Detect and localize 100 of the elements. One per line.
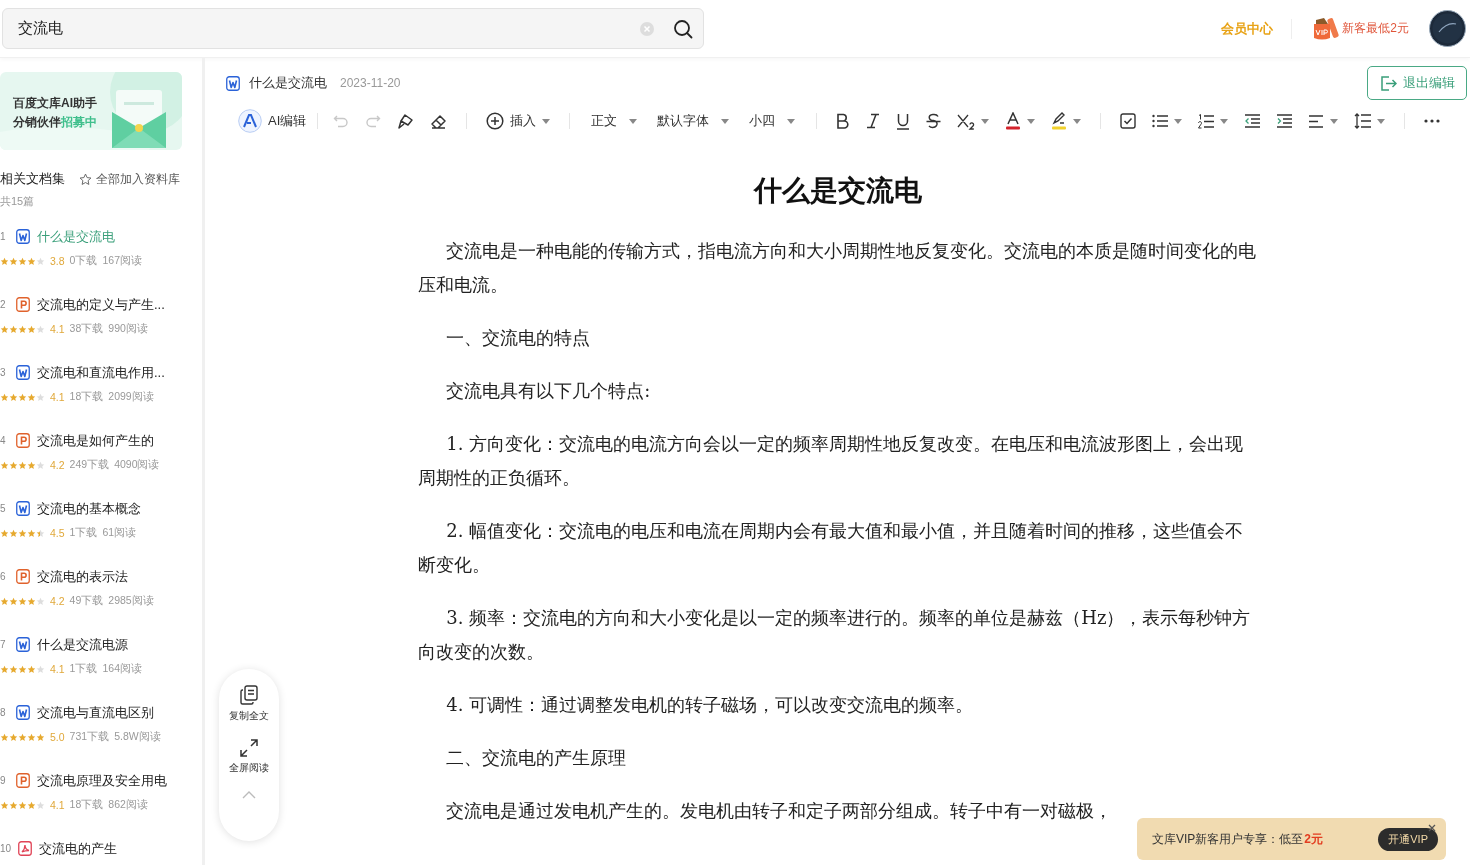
star-icon (27, 732, 36, 742)
word-file-icon (16, 705, 30, 720)
star-icon (27, 800, 36, 810)
add-all-link[interactable]: 全部加入资料库 (79, 170, 180, 188)
indent-icon[interactable] (1276, 114, 1293, 128)
paragraph: 3. 频率：交流电的方向和大小变化是以一定的频率进行的。频率的单位是赫兹（Hz），表示每秒钟方向改变的次数。 (417, 606, 1252, 664)
download-count: 0下载 (69, 254, 98, 268)
document-link[interactable]: 交流电是如何产生的 (37, 431, 154, 450)
star-icon (18, 732, 27, 742)
download-count: 1下载 (69, 526, 98, 540)
paragraph-style-dropdown[interactable]: 正文 (581, 112, 648, 130)
read-count: 2099阅读 (108, 390, 154, 404)
document-link[interactable]: 什么是交流电源 (37, 635, 128, 654)
star-icon (9, 392, 18, 402)
slides-file-icon (16, 569, 30, 584)
word-file-icon (16, 637, 30, 652)
rating-score: 4.1 (50, 663, 65, 675)
item-number: 2 (0, 299, 7, 310)
document-date: 2023-11-20 (340, 76, 401, 90)
plus-icon (486, 112, 505, 130)
promo-link[interactable]: 新客最低2元 (1342, 20, 1409, 37)
star-icon (36, 460, 45, 470)
star-icon (27, 596, 36, 606)
download-count: 731下载 (69, 730, 110, 744)
slides-file-icon (16, 297, 30, 312)
bold-icon[interactable] (836, 113, 851, 129)
caret-icon (1174, 118, 1183, 124)
ai-edit-button[interactable]: AI编辑 (238, 109, 307, 133)
slides-file-icon (16, 773, 30, 788)
read-count: 990阅读 (108, 322, 148, 336)
document-link[interactable]: 交流电的表示法 (37, 567, 128, 586)
italic-icon[interactable] (866, 113, 881, 129)
star-icon (27, 460, 36, 470)
outdent-icon[interactable] (1244, 114, 1261, 128)
eraser-icon[interactable] (430, 112, 448, 130)
copy-all-button[interactable]: 复制全文 (229, 685, 269, 723)
underline-icon[interactable] (896, 112, 911, 130)
star-icon (0, 800, 9, 810)
download-count: 18下载 (69, 390, 104, 404)
star-icon (18, 256, 27, 266)
star-icon (0, 664, 9, 674)
promo-banner[interactable]: 百度文库AI助手 分销伙伴招募中 (0, 72, 182, 150)
avatar[interactable] (1429, 10, 1466, 47)
caret-icon (787, 118, 796, 124)
more-icon[interactable] (1424, 119, 1441, 123)
star-icon (9, 324, 18, 334)
star-icon (79, 172, 92, 186)
font-dropdown[interactable]: 默认字体 (647, 112, 740, 130)
collection-title: 相关文档集 (0, 170, 65, 188)
close-icon[interactable] (1428, 824, 1436, 832)
numbered-list-icon (1198, 113, 1215, 129)
document-link[interactable]: 交流电的定义与产生... (37, 295, 165, 314)
download-count: 38下载 (69, 322, 104, 336)
star-icon (18, 324, 27, 334)
bullet-list-icon (1152, 114, 1169, 128)
banner-subline: 分销伙伴招募中 (13, 114, 97, 131)
search-field[interactable]: 交流电 (18, 20, 639, 37)
document-link[interactable]: 交流电和直流电作用... (37, 363, 165, 382)
format-painter-icon[interactable] (397, 112, 415, 130)
rating-score: 4.1 (50, 799, 65, 811)
document-link[interactable]: 交流电的基本概念 (37, 499, 141, 518)
slides-file-icon (16, 433, 30, 448)
star-icon (27, 664, 36, 674)
star-icon (18, 800, 27, 810)
font-size-dropdown[interactable]: 小四 (739, 112, 806, 130)
document-link[interactable]: 交流电原理及安全用电 (37, 771, 167, 790)
document-link[interactable]: 交流电的产生 (39, 839, 118, 858)
star-icon (9, 732, 18, 742)
star-icon (9, 460, 18, 470)
vip-offer-text: 文库VIP新客用户专享：低至2元 (1152, 830, 1324, 848)
star-icon (0, 256, 9, 266)
open-vip-button[interactable]: 开通VIP (1378, 827, 1438, 851)
search-icon[interactable] (673, 18, 693, 39)
read-count: 61阅读 (102, 526, 137, 540)
article-title: 什么是交流电 (752, 174, 923, 208)
star-icon (36, 528, 45, 538)
word-file-icon (16, 365, 30, 380)
search-bar[interactable]: 交流电 (2, 8, 704, 49)
star-icon (9, 664, 18, 674)
item-number: 8 (0, 707, 7, 718)
star-icon (18, 392, 27, 402)
item-number: 4 (0, 435, 7, 446)
star-icon (9, 596, 18, 606)
document-link[interactable]: 交流电与直流电区别 (37, 703, 154, 722)
star-icon (18, 460, 27, 470)
insert-dropdown[interactable]: 插入 (478, 112, 559, 130)
read-count: 4090阅读 (114, 458, 160, 472)
caret-icon (1220, 118, 1229, 124)
item-number: 1 (0, 231, 7, 242)
rating-score: 4.1 (50, 323, 65, 335)
item-number: 10 (0, 843, 12, 854)
paragraph: 一、交流电的特点 (445, 326, 592, 350)
fullscreen-button[interactable]: 全屏阅读 (229, 739, 269, 775)
download-count: 49下载 (69, 594, 104, 608)
strikethrough-icon[interactable] (926, 112, 942, 130)
document-name: 什么是交流电 (249, 74, 327, 92)
item-number: 6 (0, 571, 7, 582)
paragraph: 4. 可调性：通过调整发电机的转子磁场，可以改变交流电的频率。 (445, 693, 975, 717)
checkbox-icon[interactable] (1120, 113, 1137, 129)
star-icon (36, 256, 45, 266)
